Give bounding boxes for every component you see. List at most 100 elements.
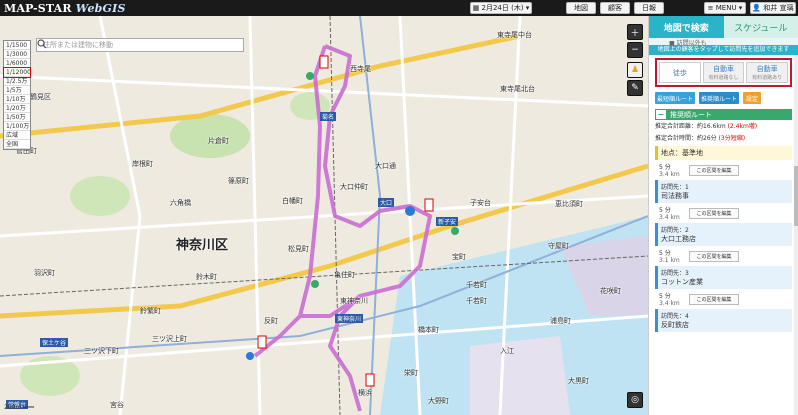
- total-distance: 推定合計距離：約16.6km (2.4km増): [655, 123, 758, 130]
- visit-number: 訪問先：1: [661, 184, 689, 191]
- zoom-level-item[interactable]: 広域: [4, 131, 30, 140]
- map-label: 大口仲町: [340, 183, 368, 191]
- route-leg: 5 分 3.1 km この区間を編集: [655, 246, 792, 266]
- user-button[interactable]: 👤 和井 宣璃: [750, 2, 796, 14]
- map-label: 白幡町: [282, 197, 303, 205]
- settings-button[interactable]: 設定: [743, 92, 761, 104]
- map-label: 岸根町: [132, 160, 153, 168]
- map-label: 西寺尾: [350, 65, 371, 73]
- mode-car-toll-button[interactable]: 自動車 有料道路あり: [746, 62, 789, 83]
- zoom-level-item[interactable]: 1/20万: [4, 104, 30, 113]
- pencil-icon[interactable]: ✎: [627, 80, 643, 96]
- map-label: 千若町: [466, 297, 487, 305]
- map-label: 橋本町: [418, 326, 439, 334]
- leg-time: 5 分: [659, 293, 671, 300]
- zoom-in-icon[interactable]: ＋: [627, 24, 643, 40]
- tab-map-search[interactable]: 地図で検索: [649, 16, 724, 38]
- visit-stop[interactable]: 訪問先：2 大口工務店: [655, 223, 792, 246]
- zoom-level-item[interactable]: 1/1500: [4, 41, 30, 50]
- map-label: 六角橋: [170, 199, 191, 207]
- visit-stop[interactable]: 訪問先：1 司法務事: [655, 180, 792, 203]
- map-label: 守屋町: [548, 242, 569, 250]
- address-search-input[interactable]: 住所または建物に移動: [36, 38, 244, 52]
- zoom-out-icon[interactable]: −: [627, 42, 643, 58]
- menu-button[interactable]: ≡ MENU ▾: [704, 2, 746, 14]
- map-button[interactable]: 地図: [566, 2, 596, 14]
- zoom-level-item[interactable]: 1/10万: [4, 95, 30, 104]
- map-label: 鈴木町: [196, 273, 217, 281]
- edit-leg-button[interactable]: この区間を編集: [689, 207, 739, 219]
- zoom-level-item[interactable]: 1/50万: [4, 113, 30, 122]
- map-label: 三ツ沢下町: [84, 347, 119, 355]
- map-label: 栄町: [404, 369, 418, 377]
- leg-distance: 3.4 km: [659, 214, 680, 221]
- station-label: 菊名: [320, 112, 337, 121]
- map-label: 千若町: [466, 281, 487, 289]
- start-point[interactable]: 地点：基準地: [655, 146, 792, 160]
- zoom-scale-list[interactable]: 1/1500 1/3000 1/6000 1/12000 1/2.5万 1/5万 1/10万…: [3, 40, 31, 150]
- zoom-level-item[interactable]: 1/6000: [4, 59, 30, 68]
- leg-time: 5 分: [659, 164, 671, 171]
- app-logo: MAP-STAR WebGIS: [4, 1, 126, 15]
- visit-stop[interactable]: 訪問先：3 コットン産業: [655, 266, 792, 289]
- panel-scroll-thumb[interactable]: [794, 166, 798, 226]
- mode-walk-button[interactable]: 徒歩: [659, 62, 701, 83]
- map-label: 松見町: [288, 245, 309, 253]
- map-label: 宝町: [452, 253, 466, 261]
- map-label: 恵比須町: [555, 200, 583, 208]
- search-icon[interactable]: [37, 39, 47, 49]
- street-view-icon[interactable]: ♟: [627, 62, 643, 78]
- route-section-header[interactable]: − 推奨順ルート: [655, 109, 792, 120]
- shortest-route-button[interactable]: 最短順ルート: [655, 92, 695, 104]
- panel-scrollbar[interactable]: [794, 55, 798, 415]
- map-label: 大口通: [375, 162, 396, 170]
- map-label: 花咲町: [600, 287, 621, 295]
- side-panel: 地図で検索 スケジュール ■ 訪問以外も 地図上の顧客をタップして訪問先を追加で…: [648, 16, 798, 415]
- top-bar: MAP-STAR WebGIS: [0, 0, 798, 16]
- visit-name: 反町鉄店: [661, 321, 689, 329]
- map-view[interactable]: 鶴見区 神奈川区 西寺尾 東寺尾中台 篠原町 大口通 子安台 白幡町 六角橋 東…: [0, 16, 648, 415]
- visit-name: 大口工務店: [661, 235, 696, 243]
- leg-distance: 3.1 km: [659, 257, 680, 264]
- route-leg: 5 分 3.4 km この区間を編集: [655, 289, 792, 309]
- station-label: 保土ケ谷: [40, 338, 69, 347]
- map-label: 東寺尾北台: [500, 85, 535, 93]
- map-label: 反町: [264, 317, 278, 325]
- daily-report-button[interactable]: 日報: [634, 2, 664, 14]
- customer-button[interactable]: 顧客: [600, 2, 630, 14]
- station-label: 新子安: [436, 217, 459, 226]
- locate-icon[interactable]: ◎: [627, 392, 643, 408]
- map-label: 子安台: [470, 199, 491, 207]
- route-leg: 5 分 3.4 km この区間を編集: [655, 203, 792, 223]
- edit-leg-button[interactable]: この区間を編集: [689, 250, 739, 262]
- map-label: 篠原町: [228, 177, 249, 185]
- zoom-level-item[interactable]: 全国: [4, 140, 30, 149]
- collapse-icon[interactable]: −: [656, 110, 666, 119]
- map-label: 鈴繁町: [140, 307, 161, 315]
- map-label: 鶴見区: [30, 93, 51, 101]
- zoom-level-item[interactable]: 1/12000: [3, 67, 31, 78]
- zoom-level-item[interactable]: 1/5万: [4, 86, 30, 95]
- tab-schedule[interactable]: スケジュール: [723, 16, 798, 38]
- station-label: 大口: [378, 198, 395, 207]
- visit-stop[interactable]: 訪問先：4 反町鉄店: [655, 309, 792, 332]
- route-list: 地点：基準地 5 分 3.4 km この区間を編集 訪問先：1 司法務事 5 分 3.4 k…: [655, 146, 792, 332]
- zoom-level-item[interactable]: 1/100万: [4, 122, 30, 131]
- date-button[interactable]: ▦ 2月24日 (木) ▾: [470, 2, 532, 14]
- visit-number: 訪問先：4: [661, 313, 689, 320]
- map-label: 神奈川区: [176, 238, 229, 253]
- edit-leg-button[interactable]: この区間を編集: [689, 164, 739, 176]
- visit-number: 訪問先：2: [661, 227, 689, 234]
- total-time: 推定合計時間：約26分 (3分短縮): [655, 135, 746, 142]
- visit-number: 訪問先：3: [661, 270, 689, 277]
- zoom-level-item[interactable]: 1/2.5万: [4, 77, 30, 86]
- edit-leg-button[interactable]: この区間を編集: [689, 293, 739, 305]
- leg-distance: 3.4 km: [659, 171, 680, 178]
- leg-time: 5 分: [659, 207, 671, 214]
- zoom-level-item[interactable]: 1/3000: [4, 50, 30, 59]
- map-label: 浦島町: [550, 317, 571, 325]
- visit-name: 司法務事: [661, 192, 689, 200]
- recommended-route-button[interactable]: 推奨順ルート: [699, 92, 739, 104]
- mode-car-no-toll-button[interactable]: 自動車 有料道路なし: [702, 62, 745, 83]
- map-label: 横浜: [358, 389, 372, 397]
